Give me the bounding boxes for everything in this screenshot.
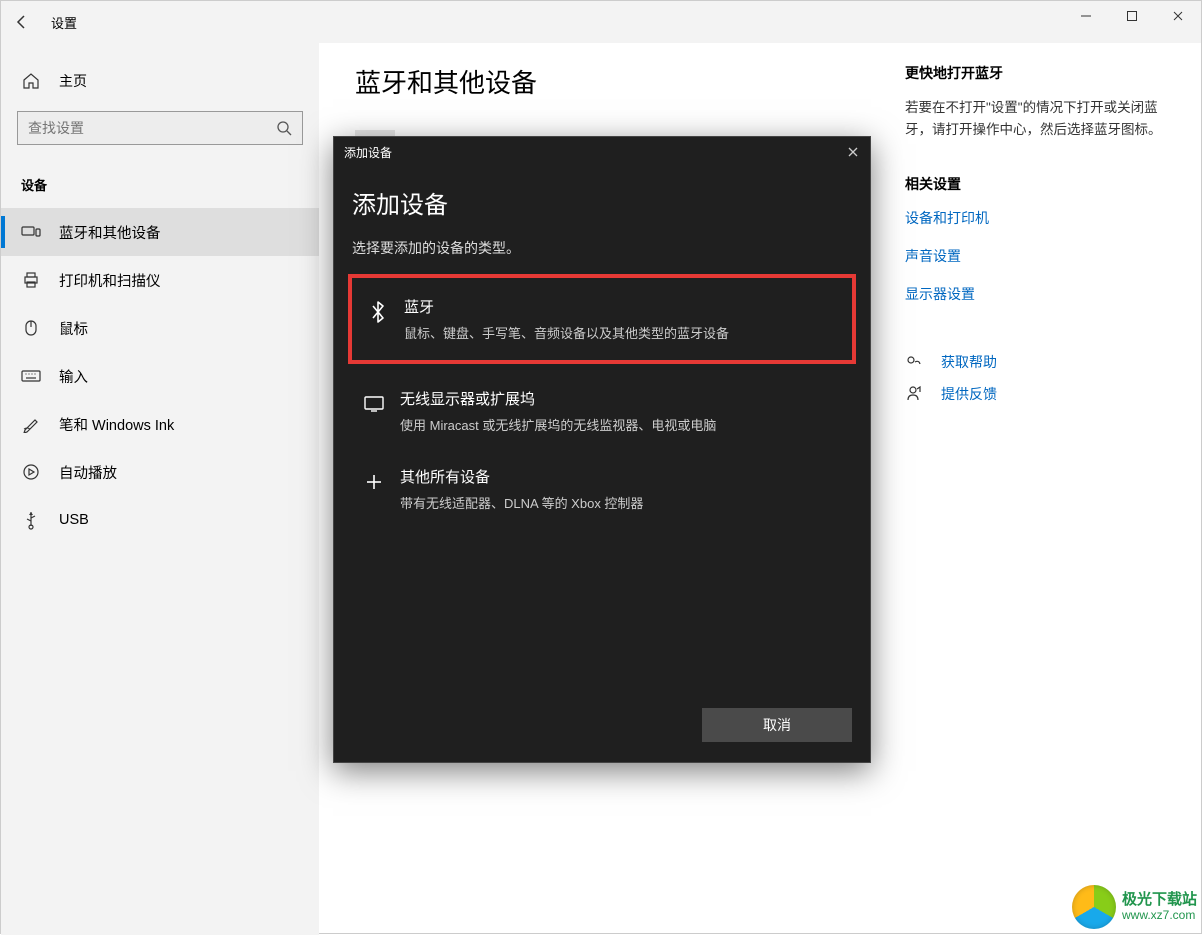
help-row[interactable]: 获取帮助 <box>905 352 1165 372</box>
sidebar-item-label: USB <box>59 512 89 528</box>
minimize-button[interactable] <box>1063 1 1109 31</box>
display-icon <box>360 390 388 418</box>
dialog-titlebar: 添加设备 <box>334 137 870 167</box>
option-desc: 鼠标、键盘、手写笔、音频设备以及其他类型的蓝牙设备 <box>404 323 729 342</box>
bluetooth-devices-icon <box>21 222 41 242</box>
sidebar-item-bluetooth[interactable]: 蓝牙和其他设备 <box>1 208 319 256</box>
close-button[interactable] <box>1155 1 1201 31</box>
help-icon <box>905 353 925 371</box>
option-desc: 带有无线适配器、DLNA 等的 Xbox 控制器 <box>400 493 643 512</box>
sidebar-item-typing[interactable]: 输入 <box>1 352 319 400</box>
window-title: 设置 <box>51 13 77 32</box>
option-title: 蓝牙 <box>404 296 729 317</box>
autoplay-icon <box>21 462 41 482</box>
link-sound-settings[interactable]: 声音设置 <box>905 246 1165 266</box>
mouse-icon <box>21 318 41 338</box>
home-icon <box>21 71 41 91</box>
sidebar-item-label: 自动播放 <box>59 462 117 483</box>
watermark: 极光下载站 www.xz7.com <box>1072 885 1197 929</box>
help-link[interactable]: 获取帮助 <box>941 352 997 372</box>
aside-panel: 更快地打开蓝牙 若要在不打开"设置"的情况下打开或关闭蓝牙，请打开操作中心，然后… <box>905 63 1165 935</box>
option-wireless-display[interactable]: 无线显示器或扩展坞 使用 Miracast 或无线扩展坞的无线监视器、电视或电脑 <box>352 372 852 450</box>
home-label: 主页 <box>59 71 87 91</box>
dialog-titlebar-text: 添加设备 <box>344 144 392 161</box>
cancel-button[interactable]: 取消 <box>702 708 852 742</box>
link-display-settings[interactable]: 显示器设置 <box>905 284 1165 304</box>
bluetooth-icon <box>364 298 392 326</box>
titlebar: 设置 <box>1 1 1201 43</box>
sidebar-item-label: 输入 <box>59 366 88 387</box>
watermark-logo-icon <box>1072 885 1116 929</box>
dialog-heading: 添加设备 <box>352 185 852 220</box>
plus-icon <box>360 468 388 496</box>
sidebar-section-title: 设备 <box>1 165 319 208</box>
option-desc: 使用 Miracast 或无线扩展坞的无线监视器、电视或电脑 <box>400 415 716 434</box>
window-controls <box>1063 1 1201 31</box>
sidebar-item-autoplay[interactable]: 自动播放 <box>1 448 319 496</box>
home-row[interactable]: 主页 <box>1 61 319 101</box>
dialog-subtitle: 选择要添加的设备的类型。 <box>352 238 852 258</box>
keyboard-icon <box>21 366 41 386</box>
sidebar: 主页 设备 蓝牙和其他设备 打印机和扫描仪 鼠标 <box>1 43 319 935</box>
maximize-button[interactable] <box>1109 1 1155 31</box>
sidebar-item-label: 鼠标 <box>59 318 88 339</box>
sidebar-item-mouse[interactable]: 鼠标 <box>1 304 319 352</box>
sidebar-item-label: 蓝牙和其他设备 <box>59 222 161 243</box>
sidebar-item-pen[interactable]: 笔和 Windows Ink <box>1 400 319 448</box>
back-button[interactable] <box>1 1 43 43</box>
watermark-text-2: www.xz7.com <box>1122 909 1197 923</box>
aside-related-title: 相关设置 <box>905 174 1165 194</box>
sidebar-item-label: 笔和 Windows Ink <box>59 414 174 435</box>
aside-quick-title: 更快地打开蓝牙 <box>905 63 1165 83</box>
pen-icon <box>21 414 41 434</box>
link-devices-printers[interactable]: 设备和打印机 <box>905 208 1165 228</box>
option-title: 其他所有设备 <box>400 466 643 487</box>
watermark-text-1: 极光下载站 <box>1122 891 1197 908</box>
usb-icon <box>21 510 41 530</box>
aside-quick-text: 若要在不打开"设置"的情况下打开或关闭蓝牙，请打开操作中心，然后选择蓝牙图标。 <box>905 97 1165 140</box>
option-title: 无线显示器或扩展坞 <box>400 388 716 409</box>
sidebar-item-printers[interactable]: 打印机和扫描仪 <box>1 256 319 304</box>
feedback-row[interactable]: 提供反馈 <box>905 384 1165 404</box>
add-device-dialog: 添加设备 添加设备 选择要添加的设备的类型。 蓝牙 鼠标、键盘、手写笔、音频设备… <box>333 136 871 763</box>
option-everything-else[interactable]: 其他所有设备 带有无线适配器、DLNA 等的 Xbox 控制器 <box>352 450 852 528</box>
feedback-link[interactable]: 提供反馈 <box>941 384 997 404</box>
option-bluetooth[interactable]: 蓝牙 鼠标、键盘、手写笔、音频设备以及其他类型的蓝牙设备 <box>348 274 856 364</box>
sidebar-item-usb[interactable]: USB <box>1 496 319 544</box>
dialog-close-button[interactable] <box>844 143 862 161</box>
printer-icon <box>21 270 41 290</box>
search-box[interactable] <box>17 111 303 145</box>
feedback-icon <box>905 385 925 403</box>
search-input[interactable] <box>28 120 276 136</box>
sidebar-item-label: 打印机和扫描仪 <box>59 270 161 291</box>
page-title: 蓝牙和其他设备 <box>355 63 885 100</box>
search-icon <box>276 120 292 136</box>
